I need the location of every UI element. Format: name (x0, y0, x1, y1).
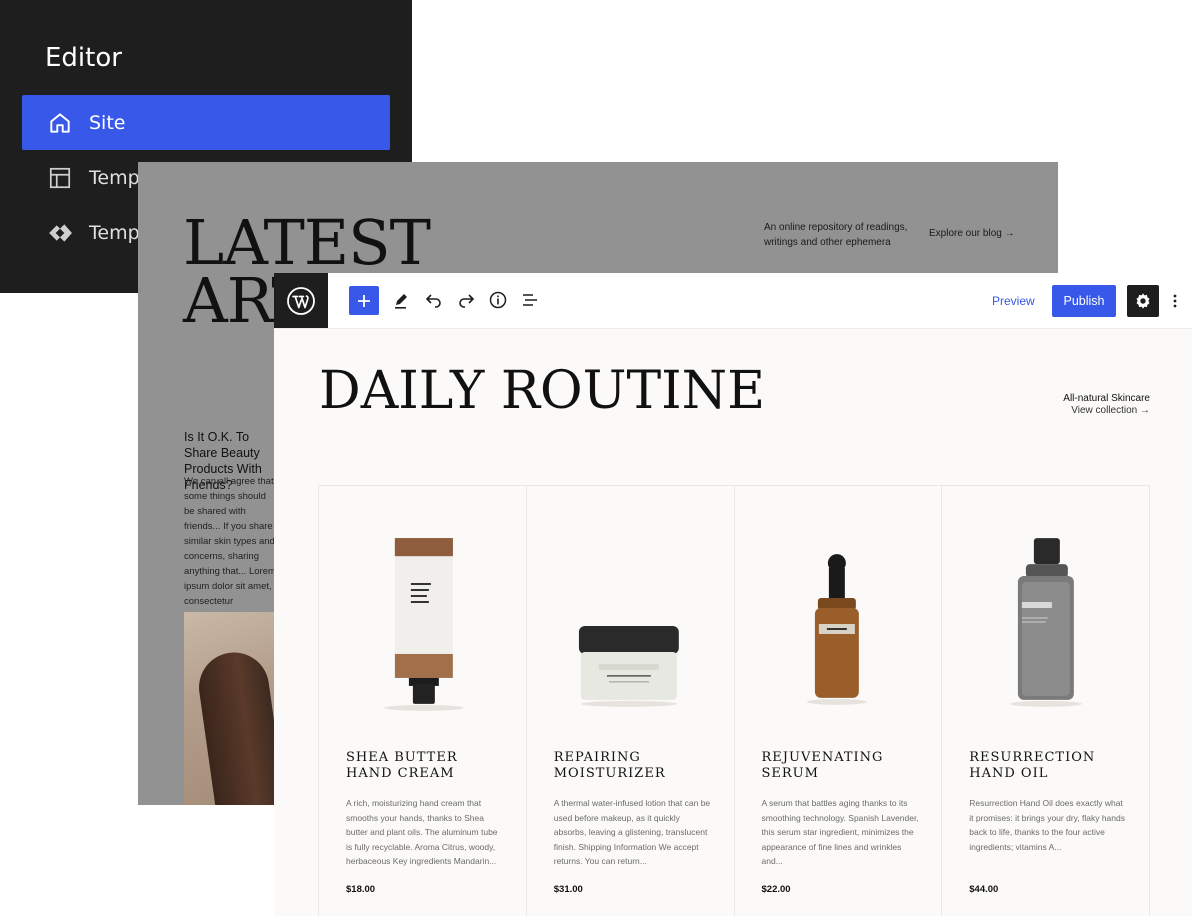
moisturizer-jar-image (578, 625, 679, 707)
product-name-line-1: SHEA BUTTER (346, 750, 458, 765)
product-name-line-2: SERUM (761, 766, 819, 781)
home-icon (47, 110, 73, 136)
product-name-line-1: RESURRECTION (969, 750, 1096, 765)
add-block-button[interactable] (349, 286, 379, 315)
pencil-icon (395, 294, 407, 309)
product-price: $44.00 (969, 884, 999, 895)
product-description: A thermal water-infused lotion that can … (553, 798, 711, 866)
serum-dropper-image (806, 554, 867, 705)
view-collection-link[interactable]: View collection → (1071, 405, 1150, 416)
product-name: REJUVENATING SERUM (762, 750, 932, 782)
more-options-button[interactable] (1165, 285, 1185, 317)
product-card[interactable]: REJUVENATING SERUM A serum that battles … (735, 486, 943, 916)
publish-button[interactable]: Publish (1052, 285, 1116, 317)
edit-tool-button[interactable] (389, 287, 415, 313)
product-name-line-1: REPAIRING (553, 750, 641, 765)
undo-icon (425, 294, 441, 308)
product-name: RESURRECTION HAND OIL (969, 750, 1139, 782)
product-description: A serum that battles aging thanks to its… (761, 798, 919, 866)
product-name-line-2: MOISTURIZER (553, 766, 666, 781)
product-name: SHEA BUTTER HAND CREAM (346, 750, 516, 782)
layout-icon (47, 165, 73, 191)
plus-icon (358, 294, 370, 307)
product-name: REPAIRING MOISTURIZER (554, 750, 724, 782)
collection-kicker: All-natural Skincare (1063, 393, 1150, 404)
redo-button[interactable] (453, 287, 479, 313)
hand-oil-bottle-image (1010, 538, 1083, 707)
list-view-button[interactable] (517, 287, 543, 313)
product-name-line-2: HAND OIL (969, 766, 1049, 781)
product-card[interactable]: REPAIRING MOISTURIZER A thermal water-in… (527, 486, 735, 916)
post-photo (184, 612, 280, 805)
gear-icon (1136, 293, 1150, 309)
more-vertical-icon (1173, 294, 1177, 308)
product-price: $22.00 (761, 884, 791, 895)
redo-icon (459, 294, 475, 308)
symbol-icon (47, 220, 73, 246)
hand-cream-tube-image (383, 538, 464, 711)
block-editor: Preview Publish DAILY ROUTINE All-natura… (274, 273, 1192, 916)
sidebar-title: Editor (45, 43, 122, 73)
sidebar-item-label: Site (89, 111, 126, 134)
product-description: Resurrection Hand Oil does exactly what … (969, 798, 1125, 852)
explore-blog-link[interactable]: Explore our blog → (929, 228, 1015, 239)
product-grid: SHEA BUTTER HAND CREAM A rich, moisturiz… (318, 485, 1150, 916)
sidebar-item-site[interactable]: Site (22, 95, 390, 150)
page-title[interactable]: DAILY ROUTINE (319, 361, 765, 421)
settings-button[interactable] (1127, 285, 1159, 317)
product-description: A rich, moisturizing hand cream that smo… (346, 798, 498, 866)
wordpress-icon[interactable] (274, 273, 328, 328)
info-icon (489, 291, 507, 309)
blog-tagline: An online repository of readings, writin… (764, 222, 908, 248)
product-price: $31.00 (553, 884, 583, 895)
undo-button[interactable] (421, 287, 447, 313)
product-card[interactable]: RESURRECTION HAND OIL Resurrection Hand … (942, 486, 1149, 916)
product-name-line-1: REJUVENATING (761, 750, 884, 765)
list-view-icon (523, 294, 537, 306)
details-button[interactable] (485, 287, 511, 313)
product-name-line-2: HAND CREAM (346, 766, 455, 781)
preview-button[interactable]: Preview (982, 285, 1045, 317)
editor-toolbar: Preview Publish (274, 273, 1192, 329)
product-price: $18.00 (346, 884, 376, 895)
product-card[interactable]: SHEA BUTTER HAND CREAM A rich, moisturiz… (319, 486, 527, 916)
